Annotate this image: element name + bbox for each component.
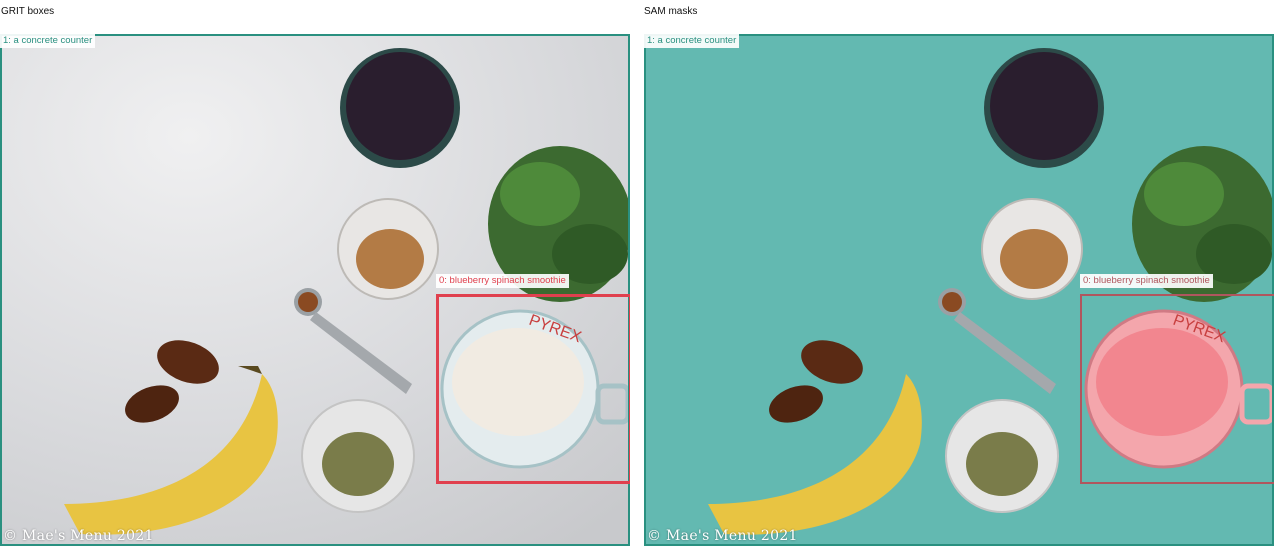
- counter-mask-label: 1: a concrete counter: [644, 34, 740, 48]
- watermark: © Mae's Menu 2021: [647, 528, 798, 544]
- smoothie-mask-label: 0: blueberry spinach smoothie: [1080, 274, 1213, 288]
- right-panel-title: SAM masks: [644, 6, 698, 17]
- counter-box-label: 1: a concrete counter: [0, 34, 96, 48]
- grit-panel: PYREX 1: a concrete counter 0: blueberry…: [0, 34, 630, 546]
- sam-panel: PYREX 1: a concrete counter 0: blueberry…: [644, 34, 1274, 546]
- left-panel-title: GRIT boxes: [1, 6, 55, 17]
- watermark: © Mae's Menu 2021: [3, 528, 154, 544]
- smoothie-box-label: 0: blueberry spinach smoothie: [436, 274, 569, 288]
- smoothie-mask-box: [1080, 294, 1274, 484]
- smoothie-box: [436, 294, 630, 484]
